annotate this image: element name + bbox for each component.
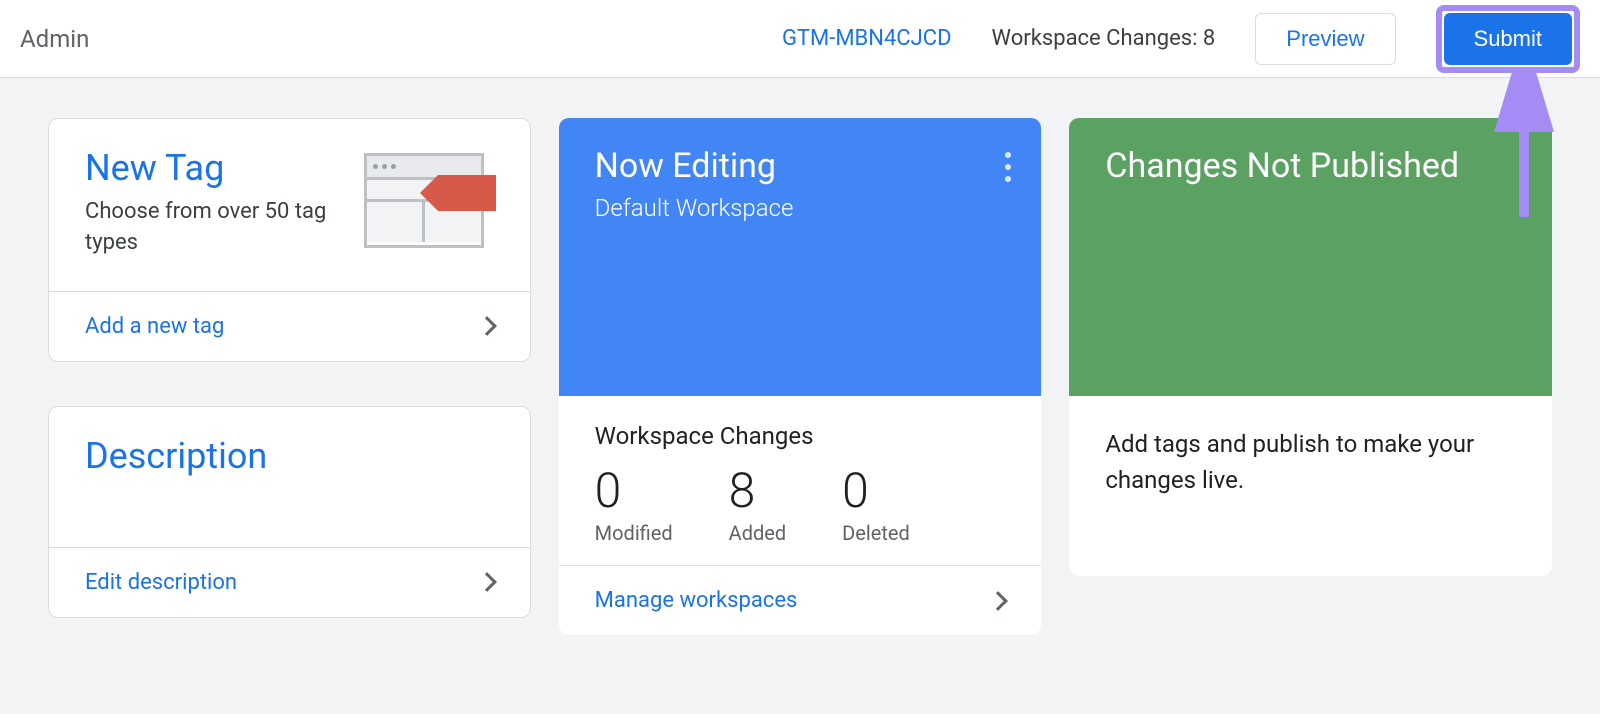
publish-status-title: Changes Not Published [1069, 118, 1552, 396]
admin-link[interactable]: Admin [20, 25, 89, 53]
workspace-changes-label: Workspace Changes [595, 422, 1006, 450]
preview-button[interactable]: Preview [1255, 13, 1395, 65]
header-right: GTM-MBN4CJCD Workspace Changes: 8 Previe… [782, 5, 1580, 73]
new-tag-title: New Tag [85, 147, 364, 189]
edit-description-button[interactable]: Edit description [49, 547, 530, 617]
column-middle: Now Editing Default Workspace Workspace … [559, 118, 1042, 635]
stat-added-count: 8 [729, 462, 787, 519]
tag-illustration-icon [364, 153, 494, 253]
stat-deleted: 0 Deleted [842, 462, 910, 545]
manage-workspaces-button[interactable]: Manage workspaces [559, 565, 1042, 635]
manage-workspaces-label: Manage workspaces [595, 588, 798, 613]
now-editing-stats: Workspace Changes 0 Modified 8 Added 0 D… [559, 396, 1042, 565]
new-tag-body: New Tag Choose from over 50 tag types [49, 119, 530, 291]
stat-deleted-count: 0 [842, 462, 910, 519]
column-right: Changes Not Published Add tags and publi… [1069, 118, 1552, 635]
top-bar: Admin GTM-MBN4CJCD Workspace Changes: 8 … [0, 0, 1600, 78]
dashboard-content: New Tag Choose from over 50 tag types Ad… [0, 78, 1600, 675]
publish-status-card: Changes Not Published Add tags and publi… [1069, 118, 1552, 576]
now-editing-card: Now Editing Default Workspace Workspace … [559, 118, 1042, 635]
stat-modified: 0 Modified [595, 462, 673, 545]
container-id-link[interactable]: GTM-MBN4CJCD [782, 26, 952, 51]
stat-modified-label: Modified [595, 521, 673, 545]
workspace-menu-button[interactable] [1005, 152, 1011, 182]
chevron-right-icon [477, 572, 497, 592]
submit-button[interactable]: Submit [1444, 13, 1572, 65]
description-title: Description [85, 435, 494, 477]
stat-added-label: Added [729, 521, 787, 545]
now-editing-header: Now Editing Default Workspace [559, 118, 1042, 396]
workspace-changes-count: Workspace Changes: 8 [992, 26, 1216, 51]
add-new-tag-button[interactable]: Add a new tag [49, 291, 530, 361]
workspace-name: Default Workspace [595, 194, 1006, 222]
stat-deleted-label: Deleted [842, 521, 910, 545]
submit-highlight: Submit [1436, 5, 1580, 73]
stat-modified-count: 0 [595, 462, 673, 519]
now-editing-title: Now Editing [595, 146, 1006, 186]
column-left: New Tag Choose from over 50 tag types Ad… [48, 118, 531, 635]
add-new-tag-label: Add a new tag [85, 314, 224, 339]
new-tag-subtitle: Choose from over 50 tag types [85, 197, 364, 259]
chevron-right-icon [477, 316, 497, 336]
publish-status-body: Add tags and publish to make your change… [1069, 396, 1552, 576]
description-card: Description Edit description [48, 406, 531, 618]
stat-added: 8 Added [729, 462, 787, 545]
chevron-right-icon [988, 591, 1008, 611]
new-tag-card: New Tag Choose from over 50 tag types Ad… [48, 118, 531, 362]
description-body: Description [49, 407, 530, 547]
edit-description-label: Edit description [85, 570, 237, 595]
